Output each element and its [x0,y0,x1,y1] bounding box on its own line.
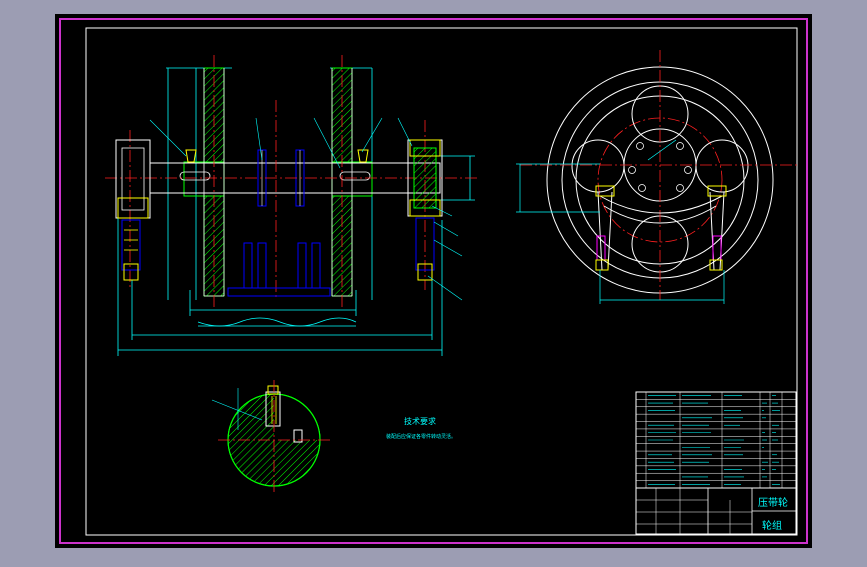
sheet-background [55,14,812,548]
sub-name: 轮组 [762,519,782,532]
tech-req-text: 装配后应保证各零件转动灵活。 [386,433,456,440]
cad-drawing-window: 技术要求 装配后应保证各零件转动灵活。 压带轮 轮组 [0,0,867,562]
tech-req-title: 技术要求 [404,416,436,426]
part-name: 压带轮 [758,496,788,509]
drawing-canvas: 技术要求 装配后应保证各零件转动灵活。 压带轮 轮组 [55,14,812,548]
